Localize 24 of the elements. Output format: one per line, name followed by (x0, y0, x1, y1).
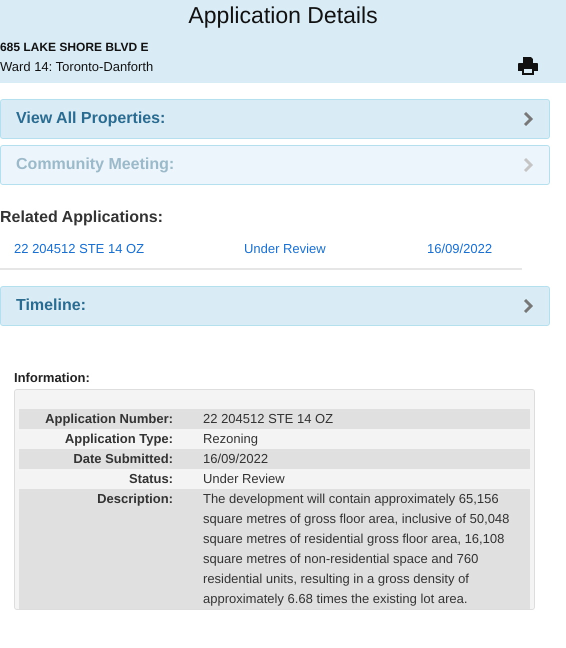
field-label: Application Type: (64, 430, 173, 448)
application-link[interactable]: 22 204512 STE 14 OZ (14, 241, 244, 256)
chevron-right-icon (523, 299, 533, 313)
address: 685 LAKE SHORE BLVD E (0, 40, 150, 54)
chevron-right-icon (523, 158, 533, 172)
field-value: Rezoning (203, 430, 259, 448)
section-heading: Information: (14, 370, 91, 385)
print-icon[interactable] (518, 57, 538, 75)
field-label: Description: (96, 490, 173, 508)
accordion-header[interactable]: Timeline: (0, 286, 550, 326)
field-label: Status: (128, 470, 173, 488)
accordion-header[interactable]: View All Properties: (0, 99, 550, 139)
date-link[interactable]: 16/09/2022 (427, 241, 522, 256)
page-title: Application Details (187, 2, 379, 28)
section-heading: Related Applications: (0, 209, 164, 227)
chevron-right-icon (523, 112, 533, 126)
field-value: 16/09/2022 (203, 450, 270, 468)
ward-label: Ward 14: Toronto-Danforth (0, 58, 154, 74)
field-value: The development will contain approximately 65,156 square metres of gross floor area, inclusive of 50,048 square metres of residential gross floor area, 16,108 square metres of non-residential space and 760 residential units, resulting in a gross density of approximately 6.68 times the existing lot area. (203, 490, 510, 608)
field-label: Application Number: (44, 410, 173, 428)
status-link[interactable]: Under Review (244, 241, 427, 256)
field-label: Date Submitted: (72, 450, 173, 468)
field-value: Under Review (203, 470, 286, 488)
field-value: 22 204512 STE 14 OZ (203, 410, 334, 428)
